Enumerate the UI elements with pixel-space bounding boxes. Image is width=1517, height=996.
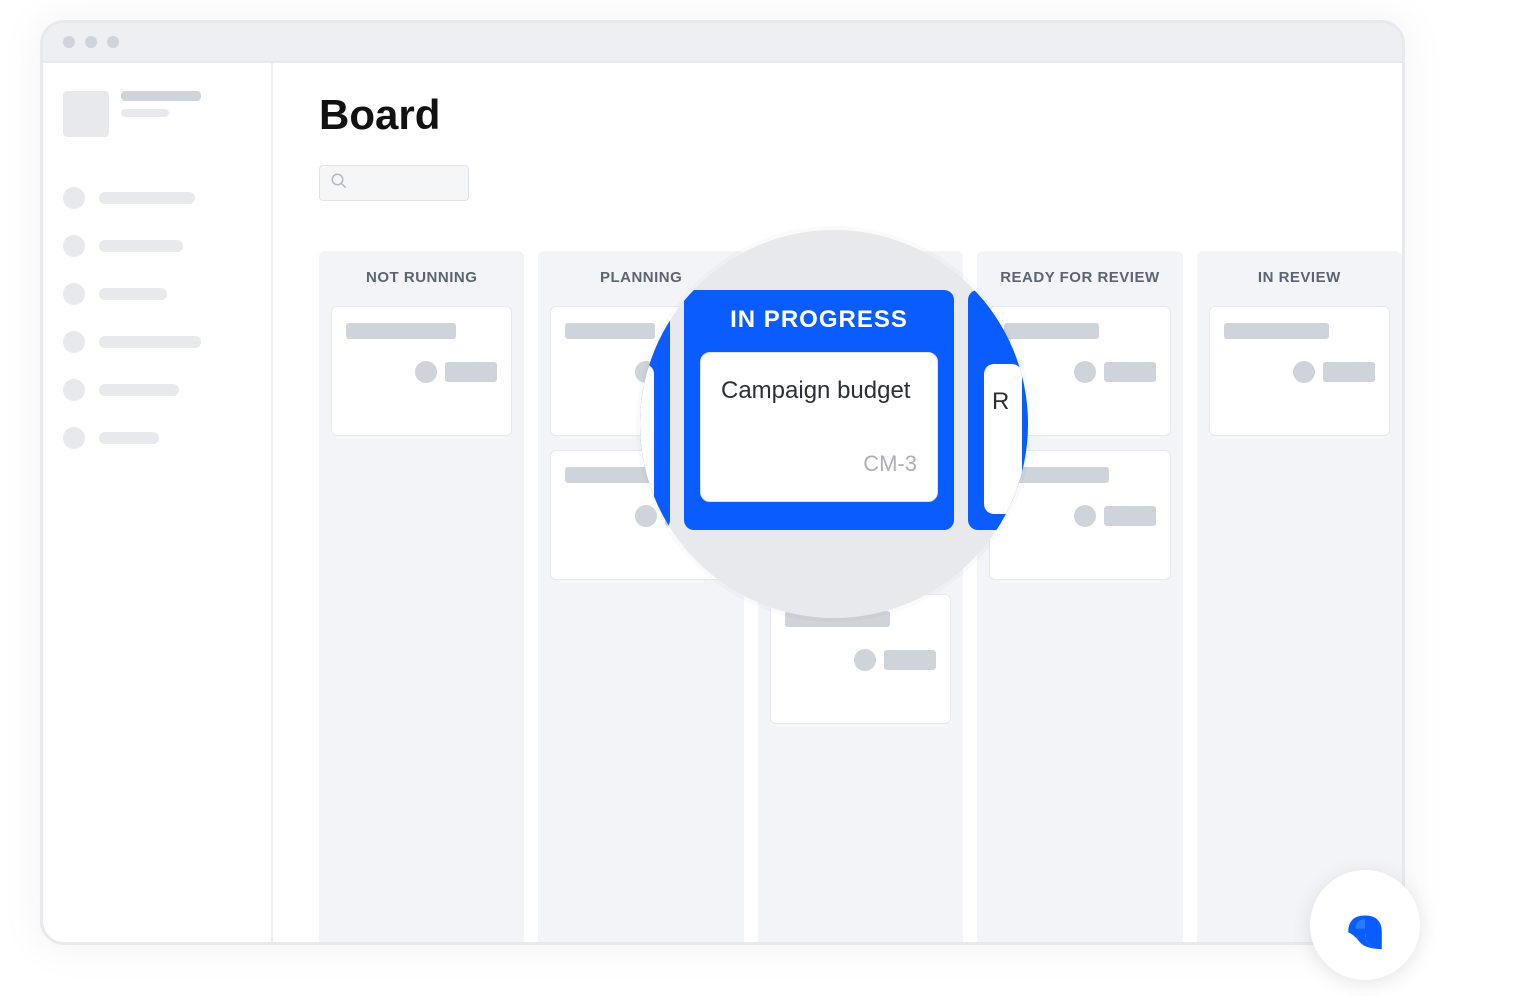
card-title-placeholder: [346, 323, 456, 339]
card-key-placeholder: [445, 362, 497, 382]
sidebar-item-icon: [63, 427, 85, 449]
sidebar-item[interactable]: [63, 283, 251, 305]
project-type-placeholder: [121, 109, 169, 117]
sidebar-item-label-placeholder: [99, 384, 179, 396]
project-name-placeholder: [121, 91, 201, 101]
card-key-placeholder: [884, 650, 936, 670]
magnified-adjacent-card-text: R: [992, 388, 1014, 416]
window-control-dot[interactable]: [107, 36, 119, 48]
search-icon: [330, 172, 348, 195]
window-titlebar: [43, 23, 1402, 63]
sidebar-item-icon: [63, 187, 85, 209]
window-control-dot[interactable]: [63, 36, 75, 48]
board-card[interactable]: [331, 306, 512, 436]
sidebar-item-label-placeholder: [99, 240, 183, 252]
project-avatar: [63, 91, 109, 137]
magnified-adjacent-column-right: R: [968, 290, 1028, 530]
card-title-placeholder: [1224, 323, 1329, 339]
magnified-card-id: CM-3: [721, 451, 917, 477]
search-input[interactable]: [319, 165, 469, 201]
sidebar: [43, 63, 273, 942]
board-column: IN REVIEW: [1197, 251, 1402, 942]
sidebar-item-icon: [63, 379, 85, 401]
sidebar-item-label-placeholder: [99, 192, 195, 204]
page-title: Board: [319, 91, 1402, 139]
card-assignee-avatar: [1074, 505, 1096, 527]
sidebar-item-label-placeholder: [99, 336, 201, 348]
column-header: IN REVIEW: [1209, 269, 1390, 286]
sidebar-item-icon: [63, 283, 85, 305]
column-header: READY FOR REVIEW: [989, 269, 1170, 286]
sidebar-item[interactable]: [63, 427, 251, 449]
board-card[interactable]: [1209, 306, 1390, 436]
card-assignee-avatar: [1074, 361, 1096, 383]
board-column: NOT RUNNING: [319, 251, 524, 942]
card-key-placeholder: [1104, 506, 1156, 526]
magnified-column: IN PROGRESS Campaign budget CM-3: [684, 290, 954, 530]
sidebar-item[interactable]: [63, 379, 251, 401]
sidebar-item[interactable]: [63, 331, 251, 353]
sidebar-item[interactable]: [63, 235, 251, 257]
card-key-placeholder: [1104, 362, 1156, 382]
sidebar-item-label-placeholder: [99, 288, 167, 300]
sidebar-item[interactable]: [63, 187, 251, 209]
column-header: NOT RUNNING: [331, 269, 512, 286]
magnified-card-title: Campaign budget: [721, 377, 917, 405]
sidebar-item-label-placeholder: [99, 432, 159, 444]
card-assignee-avatar: [415, 361, 437, 383]
magnified-column-header: IN PROGRESS: [700, 306, 938, 334]
card-assignee-avatar: [854, 649, 876, 671]
magnified-adjacent-column-left: [640, 290, 670, 530]
magnified-card[interactable]: Campaign budget CM-3: [700, 352, 938, 502]
sidebar-item-icon: [63, 235, 85, 257]
sidebar-item-icon: [63, 331, 85, 353]
card-assignee-avatar: [1293, 361, 1315, 383]
brand-logo-icon: [1337, 895, 1393, 956]
brand-logo-badge: [1310, 870, 1420, 980]
card-key-placeholder: [1323, 362, 1375, 382]
sidebar-project-header[interactable]: [63, 91, 251, 137]
window-control-dot[interactable]: [85, 36, 97, 48]
magnifier-lens: IN PROGRESS Campaign budget CM-3 R: [640, 230, 1028, 618]
